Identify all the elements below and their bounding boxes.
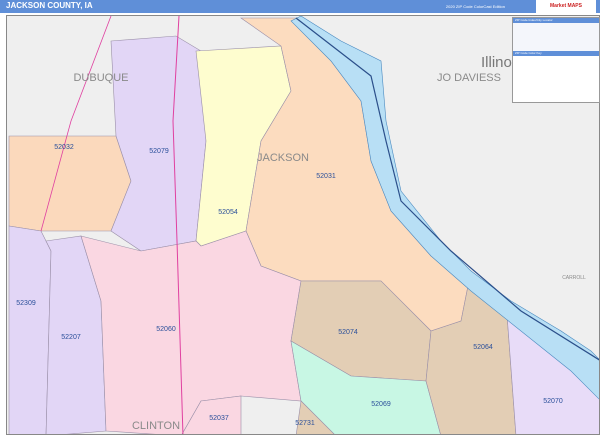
zip-label: 52079 <box>149 148 169 155</box>
zip-label: 52032 <box>54 144 74 151</box>
zip-label: 52054 <box>218 209 238 216</box>
zip-label: 52070 <box>543 398 563 405</box>
header-bar: JACKSON COUNTY, IA 2020 ZIP Code ColorCa… <box>0 0 600 13</box>
zip-label: 52069 <box>371 401 391 408</box>
map-title: JACKSON COUNTY, IA <box>6 1 93 10</box>
zip-label: 52064 <box>473 344 493 351</box>
zip-label: 52031 <box>316 173 336 180</box>
zip-label: 52309 <box>16 300 36 307</box>
county-label: CARROLL <box>562 275 586 281</box>
zip-label: 52074 <box>338 329 358 336</box>
county-label: JACKSON <box>257 152 309 164</box>
zip-label: 52731 <box>295 420 315 427</box>
zip-label: 52037 <box>209 415 229 422</box>
county-label: JO DAVIESS <box>437 72 501 84</box>
zip-label: 52060 <box>156 326 176 333</box>
zip-area-52309[interactable] <box>8 225 52 435</box>
county-label: DUBUQUE <box>73 72 128 84</box>
edition-label: 2020 ZIP Code ColorCast Edition <box>445 4 505 9</box>
legend-panel: ZIP Code Index/City Locator ZIP Code Col… <box>512 17 600 103</box>
logo: Market MAPS <box>536 0 596 13</box>
map-canvas[interactable]: 52032 52079 52054 52031 52309 52207 52060 52074… <box>6 15 600 435</box>
legend-section-title: ZIP Code Color Key <box>513 51 599 56</box>
county-label: CLINTON <box>132 420 180 432</box>
zip-label: 52207 <box>61 334 81 341</box>
zip-area-52079[interactable] <box>110 35 207 252</box>
